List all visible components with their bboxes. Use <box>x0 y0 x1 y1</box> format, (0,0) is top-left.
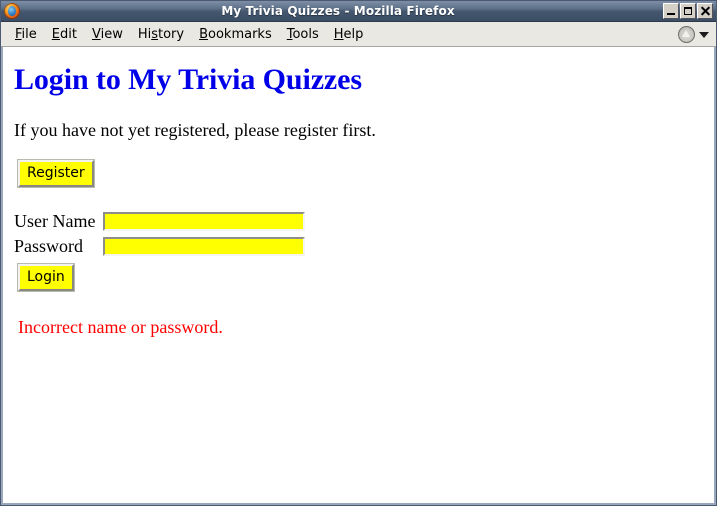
menu-item-file[interactable]: File <box>8 25 45 44</box>
title-bar: My Trivia Quizzes - Mozilla Firefox <box>1 1 716 22</box>
maximize-button[interactable] <box>680 3 696 19</box>
window-controls <box>663 3 713 19</box>
page-viewport: Login to My Trivia Quizzes If you have n… <box>1 47 716 505</box>
menu-item-bookmarks[interactable]: Bookmarks <box>192 25 280 44</box>
password-label: Password <box>14 235 84 256</box>
close-button[interactable] <box>697 3 713 19</box>
window-title: My Trivia Quizzes - Mozilla Firefox <box>221 4 455 18</box>
browser-window: My Trivia Quizzes - Mozilla Firefox File… <box>0 0 717 506</box>
register-button-row: Register <box>17 158 706 188</box>
register-button[interactable]: Register <box>17 158 95 188</box>
login-form: User Name Password <box>14 209 306 259</box>
page-content: Login to My Trivia Quizzes If you have n… <box>3 47 714 346</box>
username-label: User Name <box>14 210 96 231</box>
username-cell <box>103 209 306 234</box>
menu-item-history[interactable]: History <box>131 25 192 44</box>
menu-item-help[interactable]: Help <box>327 25 372 44</box>
username-input[interactable] <box>103 211 306 231</box>
login-button[interactable]: Login <box>17 262 75 292</box>
username-row: User Name <box>14 209 306 234</box>
login-button-row: Login <box>17 262 706 292</box>
menu-bar-right <box>678 22 709 47</box>
firefox-icon <box>4 3 20 19</box>
error-message: Incorrect name or password. <box>18 316 223 337</box>
page-title: Login to My Trivia Quizzes <box>14 63 362 96</box>
minimize-button[interactable] <box>663 3 679 19</box>
circle-triangle-icon[interactable] <box>678 26 695 43</box>
password-cell <box>103 234 306 259</box>
password-row: Password <box>14 234 306 259</box>
password-input[interactable] <box>103 236 306 256</box>
menu-item-view[interactable]: View <box>85 25 131 44</box>
chevron-down-icon[interactable] <box>699 31 709 38</box>
menu-item-tools[interactable]: Tools <box>280 25 327 44</box>
intro-paragraph: If you have not yet registered, please r… <box>14 119 376 140</box>
menu-item-edit[interactable]: Edit <box>45 25 85 44</box>
menu-bar: File Edit View History Bookmarks Tools H… <box>1 22 716 47</box>
